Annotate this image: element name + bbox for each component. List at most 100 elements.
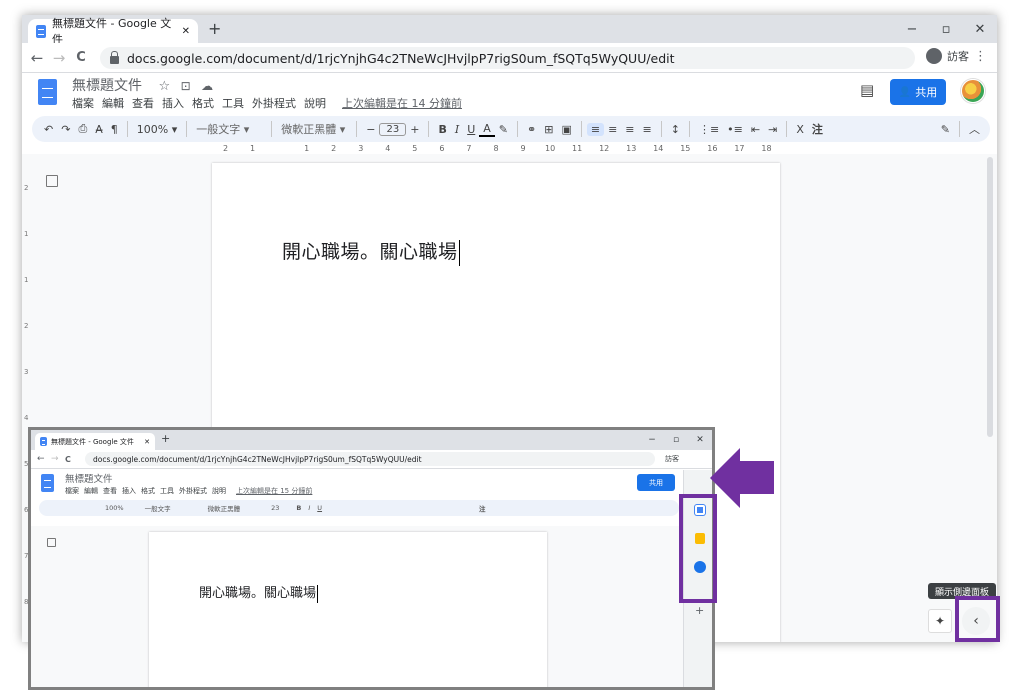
insert-image-icon[interactable]: ▣ — [557, 123, 575, 136]
text-color-button[interactable]: A — [479, 122, 495, 137]
add-comment-icon[interactable]: ⊞ — [540, 123, 557, 136]
inset-menu-tools[interactable]: 工具 — [160, 486, 174, 496]
horizontal-ruler[interactable]: 2 1 1 2 3 4 5 6 7 8 9 10 11 12 13 14 15 16 17 18 — [212, 142, 780, 154]
doc-title[interactable]: 無標題文件 — [72, 78, 142, 94]
menu-insert[interactable]: 插入 — [162, 95, 184, 111]
inset-font-size[interactable]: 23 — [271, 504, 279, 512]
comment-history-icon[interactable]: ▤ — [860, 81, 874, 99]
menu-addons[interactable]: 外掛程式 — [252, 95, 296, 111]
document-outline-icon[interactable] — [46, 175, 58, 187]
redo-icon[interactable]: ↷ — [57, 123, 74, 136]
inset-document-body[interactable]: 開心職場。關心職場 — [199, 582, 319, 603]
input-tools-button[interactable]: 注 — [808, 121, 827, 137]
inset-menu-file[interactable]: 檔案 — [65, 486, 79, 496]
browser-menu-button[interactable]: ⋮ — [974, 49, 987, 64]
inset-maximize-button[interactable]: ▫ — [664, 435, 688, 445]
url-bar[interactable]: docs.google.com/document/d/1rjcYnjhG4c2T… — [100, 47, 915, 69]
font-select[interactable]: 微軟正黑體 ▾ — [277, 121, 351, 137]
inset-add-addon-icon[interactable]: + — [695, 604, 704, 617]
last-edit-link[interactable]: 上次編輯是在 14 分鐘前 — [342, 95, 462, 111]
inset-menu-view[interactable]: 查看 — [103, 486, 117, 496]
inset-document-outline-icon[interactable] — [47, 538, 56, 547]
maximize-button[interactable]: ▫ — [929, 22, 963, 37]
print-icon[interactable]: ⎙ — [74, 122, 91, 136]
vertical-scrollbar[interactable] — [987, 157, 993, 437]
menu-view[interactable]: 查看 — [132, 95, 154, 111]
inset-last-edit-link[interactable]: 上次編輯是在 15 分鐘前 — [236, 486, 312, 496]
cloud-status-icon[interactable]: ☁ — [201, 79, 213, 93]
menu-edit[interactable]: 編輯 — [102, 95, 124, 111]
inset-style-value[interactable]: 一般文字 — [145, 503, 171, 513]
back-button[interactable]: ← — [26, 49, 48, 67]
paint-format-icon[interactable]: ¶ — [107, 123, 122, 136]
clear-formatting-icon[interactable]: X — [792, 123, 808, 136]
inset-menu-addons[interactable]: 外掛程式 — [179, 486, 207, 496]
highlight-icon[interactable]: ✎ — [495, 123, 512, 136]
align-right-icon[interactable]: ≡ — [621, 123, 638, 136]
font-size-input[interactable]: 23 — [379, 122, 407, 136]
close-tab-icon[interactable]: ✕ — [182, 26, 190, 37]
inset-font-value[interactable]: 微軟正黑體 — [208, 503, 241, 513]
inset-close-tab-icon[interactable]: ✕ — [144, 438, 150, 446]
style-select[interactable]: 一般文字 ▾ — [192, 121, 266, 137]
italic-button[interactable]: I — [451, 123, 463, 136]
bulleted-list-icon[interactable]: •≡ — [723, 123, 747, 136]
inset-guest-label[interactable]: 訪客 — [665, 454, 679, 464]
link-icon[interactable]: ⚭ — [523, 123, 540, 136]
zoom-select[interactable]: 100% ▾ — [133, 123, 181, 136]
new-tab-button[interactable]: + — [208, 19, 221, 38]
profile-button[interactable]: 訪客 — [926, 48, 969, 64]
collapse-menus-icon[interactable]: ︿ — [965, 121, 984, 137]
editing-mode-icon[interactable]: ✎ — [937, 123, 954, 136]
decrease-indent-icon[interactable]: ⇤ — [747, 123, 764, 136]
close-window-button[interactable]: ✕ — [963, 22, 997, 37]
align-left-icon[interactable]: ≡ — [586, 122, 605, 136]
browser-tab[interactable]: 無標題文件 - Google 文件 ✕ — [28, 17, 198, 46]
inset-bold-button[interactable]: B — [296, 504, 301, 512]
increase-indent-icon[interactable]: ⇥ — [764, 123, 781, 136]
inset-forward-button[interactable]: → — [51, 454, 65, 464]
inset-share-button[interactable]: 共用 — [637, 474, 675, 491]
inset-browser-tab[interactable]: 無標題文件 - Google 文件 ✕ — [35, 433, 155, 450]
inset-document-page[interactable]: 開心職場。關心職場 — [149, 532, 547, 687]
inset-new-tab-button[interactable]: + — [161, 432, 170, 445]
menu-format[interactable]: 格式 — [192, 95, 214, 111]
inset-italic-button[interactable]: I — [308, 504, 310, 512]
numbered-list-icon[interactable]: ⋮≡ — [695, 123, 723, 136]
inset-underline-button[interactable]: U — [317, 504, 322, 512]
docs-logo-icon[interactable] — [38, 79, 57, 105]
inset-minimize-button[interactable]: − — [640, 435, 664, 445]
share-button[interactable]: 👤 共用 — [890, 79, 946, 105]
inset-zoom-value[interactable]: 100% — [105, 504, 124, 512]
bold-button[interactable]: B — [434, 123, 450, 136]
document-body[interactable]: 開心職場。關心職場 — [282, 237, 460, 266]
minimize-button[interactable]: − — [895, 22, 929, 37]
inset-menu-help[interactable]: 說明 — [212, 486, 226, 496]
move-folder-icon[interactable]: ⊡ — [181, 79, 191, 93]
menu-file[interactable]: 檔案 — [72, 95, 94, 111]
user-avatar[interactable] — [961, 79, 985, 103]
inset-menu-insert[interactable]: 插入 — [122, 486, 136, 496]
inset-menu-edit[interactable]: 編輯 — [84, 486, 98, 496]
inset-doc-title[interactable]: 無標題文件 — [65, 471, 113, 485]
menu-tools[interactable]: 工具 — [222, 95, 244, 111]
inset-back-button[interactable]: ← — [37, 454, 51, 464]
font-size-increase[interactable]: + — [406, 123, 423, 136]
font-size-decrease[interactable]: − — [362, 123, 379, 136]
inset-url-bar[interactable]: docs.google.com/document/d/1rjcYnjhG4c2T… — [85, 452, 655, 466]
inset-menu-format[interactable]: 格式 — [141, 486, 155, 496]
inset-input-tools-button[interactable]: 注 — [479, 503, 486, 513]
forward-button[interactable]: → — [48, 49, 70, 67]
undo-icon[interactable]: ↶ — [40, 123, 57, 136]
explore-button[interactable]: ✦ — [928, 609, 952, 633]
underline-button[interactable]: U — [463, 123, 479, 136]
star-icon[interactable]: ☆ — [158, 79, 170, 94]
align-center-icon[interactable]: ≡ — [604, 123, 621, 136]
inset-docs-logo-icon[interactable] — [41, 474, 54, 492]
spellcheck-icon[interactable]: A̶ — [91, 123, 107, 136]
menu-help[interactable]: 說明 — [304, 95, 326, 111]
inset-reload-button[interactable]: C — [65, 455, 79, 464]
justify-icon[interactable]: ≡ — [639, 123, 656, 136]
reload-button[interactable]: C — [70, 50, 92, 65]
inset-close-window-button[interactable]: ✕ — [688, 435, 712, 445]
